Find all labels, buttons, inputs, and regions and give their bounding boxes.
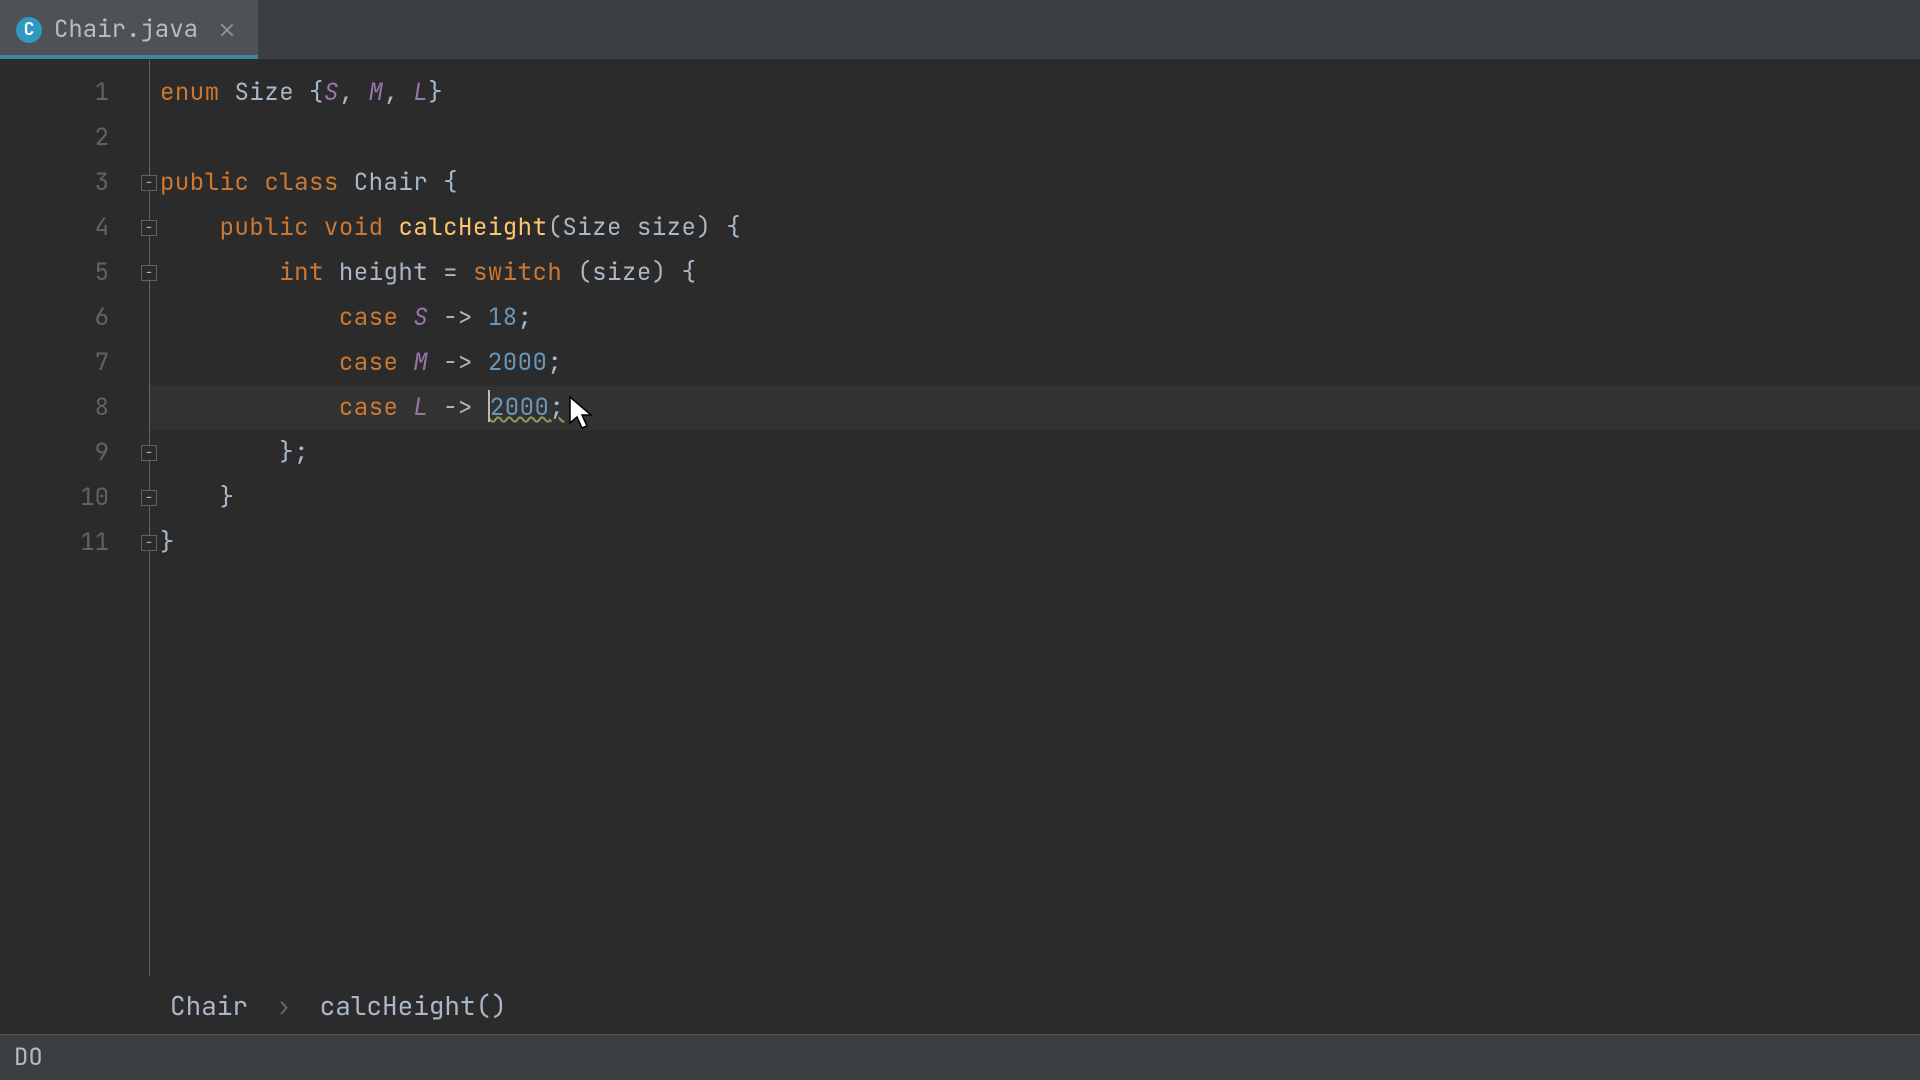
class-file-icon: C — [16, 17, 42, 43]
todo-tool-button[interactable]: DO — [4, 1038, 53, 1077]
code-line[interactable]: } — [150, 520, 1920, 565]
breadcrumb-item[interactable]: calcHeight() — [320, 988, 507, 1023]
tab-bar: C Chair.java — [0, 0, 1920, 60]
code-line[interactable]: public class Chair { — [150, 160, 1920, 205]
code-line[interactable]: case S -> 18; — [150, 295, 1920, 340]
code-line[interactable]: } — [150, 475, 1920, 520]
gutter-line: 8 — [0, 385, 149, 430]
gutter-line: 3 — [0, 160, 149, 205]
gutter-line: 7 — [0, 340, 149, 385]
chevron-right-icon: › — [276, 988, 292, 1023]
code-line[interactable]: int height = switch (size) { — [150, 250, 1920, 295]
editor-viewport[interactable]: 1 2 3 4 5 6 7 8 9 10 11 enum Size {S, M,… — [0, 60, 1920, 976]
code-area[interactable]: enum Size {S, M, L} public class Chair {… — [150, 60, 1920, 976]
close-icon[interactable] — [218, 21, 236, 39]
code-line[interactable] — [150, 115, 1920, 160]
code-line[interactable]: }; — [150, 430, 1920, 475]
code-line-current[interactable]: case L -> 2000; — [150, 385, 1920, 430]
gutter-line: 1 — [0, 70, 149, 115]
breadcrumb-item[interactable]: Chair — [170, 988, 248, 1023]
line-gutter: 1 2 3 4 5 6 7 8 9 10 11 — [0, 60, 150, 976]
breadcrumb: Chair › calcHeight() — [0, 976, 1920, 1034]
gutter-line: 5 — [0, 250, 149, 295]
gutter-line: 9 — [0, 430, 149, 475]
code-line[interactable]: enum Size {S, M, L} — [150, 70, 1920, 115]
gutter-line: 11 — [0, 520, 149, 565]
editor: 1 2 3 4 5 6 7 8 9 10 11 enum Size {S, M,… — [0, 60, 1920, 1034]
code-line[interactable]: case M -> 2000; — [150, 340, 1920, 385]
gutter-line: 2 — [0, 115, 149, 160]
gutter-line: 10 — [0, 475, 149, 520]
file-tab-label: Chair.java — [54, 14, 198, 45]
gutter-line: 4 — [0, 205, 149, 250]
file-tab[interactable]: C Chair.java — [0, 0, 258, 59]
bottom-toolbar: DO — [0, 1034, 1920, 1080]
code-line[interactable]: public void calcHeight(Size size) { — [150, 205, 1920, 250]
gutter-line: 6 — [0, 295, 149, 340]
duplicate-branch-warning: 2000 — [490, 392, 550, 423]
